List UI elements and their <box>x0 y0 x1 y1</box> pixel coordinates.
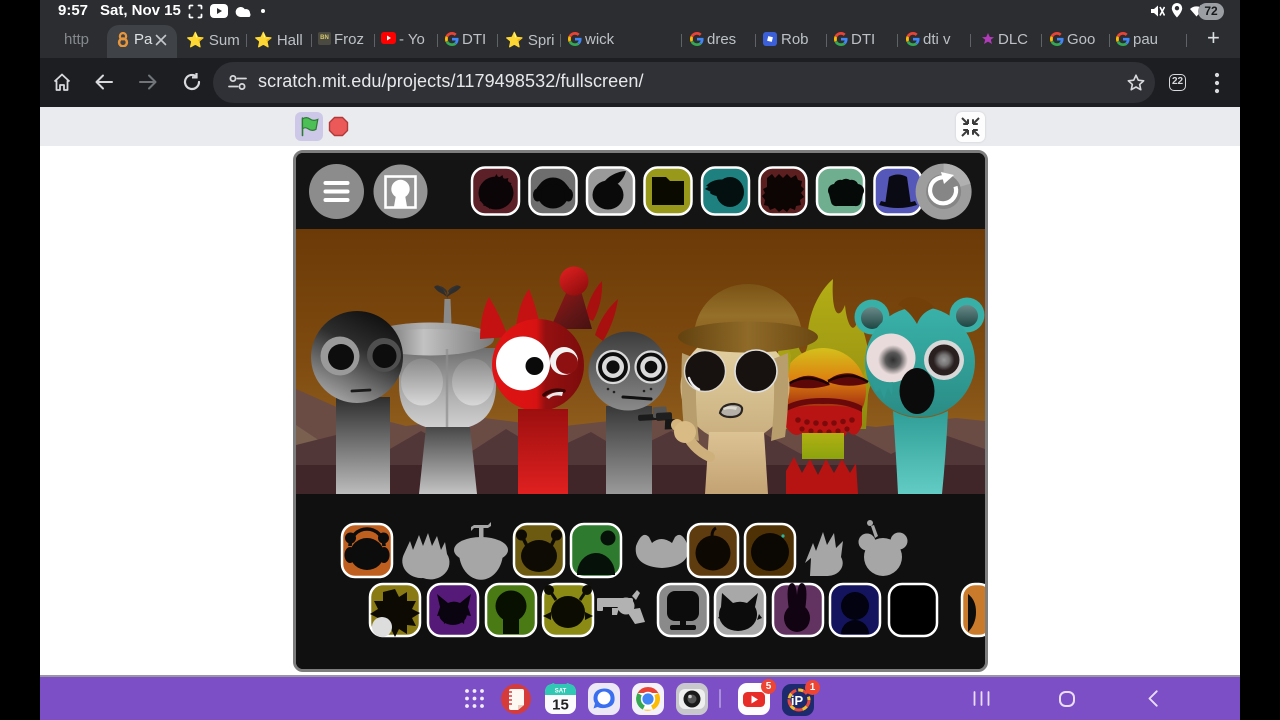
svg-text:15: 15 <box>552 697 569 714</box>
svg-text:SAT: SAT <box>555 689 567 695</box>
svg-text:iP: iP <box>791 693 804 708</box>
